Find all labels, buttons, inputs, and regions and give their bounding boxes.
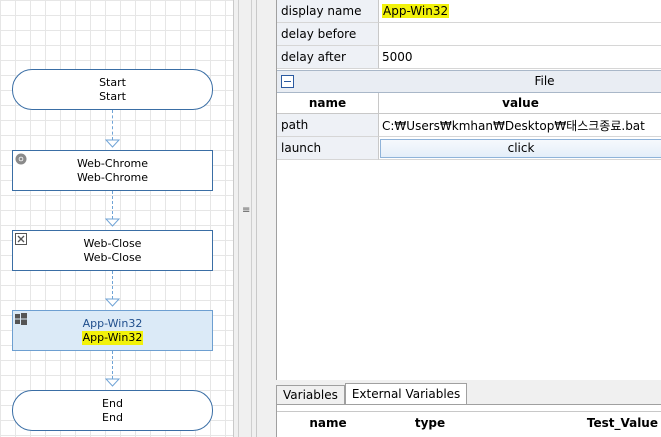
node-label: End (102, 410, 123, 424)
column-header-name: name (277, 93, 379, 113)
node-title: End (102, 396, 123, 410)
chrome-icon (15, 153, 27, 165)
column-header-test-value: Test_Value (586, 415, 658, 430)
end-node[interactable]: End End (12, 390, 213, 431)
category-label: File (534, 74, 555, 88)
node-label: Start (99, 89, 126, 103)
column-header-type: type (414, 415, 446, 430)
prop-value-field[interactable]: 5000 (379, 46, 661, 69)
launch-click-button[interactable]: click (380, 138, 661, 158)
bottom-tabs: Variables External Variables (276, 383, 468, 405)
prop-row-delay-after[interactable]: delay after 5000 (277, 46, 661, 69)
node-label: Web-Chrome (76, 170, 149, 184)
arrow-down-icon (105, 298, 120, 307)
connector (112, 110, 113, 140)
prop-row-delay-before[interactable]: delay before (277, 23, 661, 46)
node-title: Web-Close (83, 236, 142, 250)
web-close-node[interactable]: Web-Close Web-Close (12, 230, 213, 271)
prop-row-launch[interactable]: launch click (277, 137, 661, 160)
column-header-name: name (309, 415, 347, 430)
arrow-down-icon (105, 378, 120, 387)
node-label: Web-Close (83, 250, 142, 264)
column-header-value: value (502, 96, 539, 110)
prop-name: launch (277, 137, 379, 160)
connector (112, 271, 113, 299)
prop-row-path[interactable]: path C:₩Users₩kmhan₩Desktop₩태스크종료.bat (277, 114, 661, 137)
tab-external-variables[interactable]: External Variables (344, 383, 468, 405)
node-label: App-Win32 (81, 330, 144, 345)
windows-icon (15, 313, 27, 325)
panel-splitter[interactable]: ≡ (233, 0, 257, 437)
node-title: Start (99, 75, 126, 89)
path-value-field[interactable]: C:₩Users₩kmhan₩Desktop₩태스크종료.bat (379, 114, 661, 137)
prop-name: display name (277, 0, 379, 23)
prop-name: delay after (277, 46, 379, 69)
splitter-line (251, 0, 252, 437)
variables-table: name type Test_Value (276, 404, 661, 437)
connector (112, 351, 113, 379)
close-box-icon (15, 233, 27, 245)
node-title: Web-Chrome (76, 156, 149, 170)
arrow-down-icon (105, 139, 120, 148)
node-title: App-Win32 (82, 316, 143, 330)
prop-name: delay before (277, 23, 379, 46)
arrow-down-icon (105, 218, 120, 227)
category-row-file[interactable]: File (277, 70, 661, 93)
flow-canvas[interactable]: Start Start Web-Chrome Web-Chrome Web-Cl… (0, 0, 233, 437)
prop-value-field[interactable] (379, 23, 661, 46)
property-grid: display name App-Win32 delay before dela… (276, 0, 661, 380)
property-panel: display name App-Win32 delay before dela… (257, 0, 661, 437)
variables-header: name type Test_Value (277, 411, 661, 433)
app-win32-node[interactable]: App-Win32 App-Win32 (12, 310, 213, 351)
grid-header: name value (277, 93, 661, 114)
start-node[interactable]: Start Start (12, 69, 213, 110)
web-chrome-node[interactable]: Web-Chrome Web-Chrome (12, 150, 213, 191)
grip-icon[interactable]: ≡ (242, 205, 250, 216)
prop-name: path (277, 114, 379, 137)
prop-row-display-name[interactable]: display name App-Win32 (277, 0, 661, 23)
prop-value: click (379, 137, 661, 160)
prop-value-field[interactable]: App-Win32 (379, 0, 661, 23)
splitter-line (238, 0, 239, 437)
tab-variables[interactable]: Variables (276, 385, 345, 405)
connector (112, 191, 113, 219)
display-name-value: App-Win32 (382, 4, 450, 18)
